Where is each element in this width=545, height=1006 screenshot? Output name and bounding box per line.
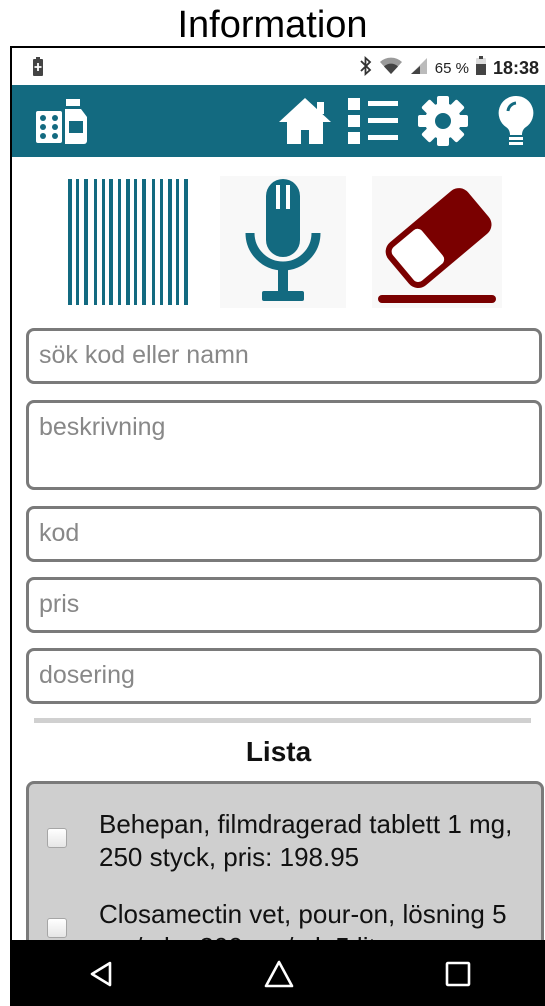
home-nav-icon[interactable] (249, 944, 309, 1004)
wifi-icon (379, 56, 403, 80)
bluetooth-icon (359, 55, 373, 80)
section-divider (34, 718, 531, 723)
item-checkbox[interactable] (47, 828, 67, 848)
price-field[interactable]: pris (26, 577, 542, 633)
status-bar: 65 % 18:38 (12, 48, 545, 85)
description-placeholder: beskrivning (39, 413, 166, 441)
search-input[interactable]: sök kod eller namn (26, 328, 542, 384)
item-text: Behepan, filmdragerad tablett 1 mg, 250 … (99, 809, 513, 872)
battery-saver-icon (32, 57, 44, 81)
screenshot-caption: Information (177, 4, 368, 46)
description-field[interactable]: beskrivning (26, 400, 542, 490)
input-tools (12, 176, 545, 308)
barcode-icon[interactable] (66, 176, 192, 308)
dosage-placeholder: dosering (39, 661, 135, 689)
recents-icon[interactable] (428, 944, 488, 1004)
code-field[interactable]: kod (26, 506, 542, 562)
list-title: Lista (245, 736, 312, 767)
clock-time: 18:38 (492, 57, 539, 78)
item-checkbox[interactable] (47, 918, 67, 938)
price-placeholder: pris (39, 590, 80, 618)
home-icon[interactable] (274, 95, 336, 147)
phone-screen: 65 % 18:38 sök kod eller namn beskrivnin… (10, 46, 545, 1006)
dosage-field[interactable]: dosering (26, 648, 542, 704)
lightbulb-icon[interactable] (492, 95, 540, 147)
code-placeholder: kod (39, 519, 80, 547)
microphone-icon[interactable] (220, 176, 346, 308)
eraser-icon[interactable] (372, 176, 502, 308)
list-icon[interactable] (344, 95, 402, 147)
navigation-bar (12, 940, 545, 1006)
battery-percent: 65 % (434, 59, 469, 77)
signal-icon (409, 56, 429, 80)
app-bar (12, 85, 545, 157)
list-item[interactable]: Behepan, filmdragerad tablett 1 mg, 250 … (29, 808, 541, 878)
back-icon[interactable] (71, 944, 131, 1004)
gear-icon[interactable] (414, 95, 472, 147)
search-placeholder: sök kod eller namn (39, 341, 249, 369)
battery-icon (475, 56, 487, 80)
medicine-logo-icon[interactable] (32, 95, 94, 147)
